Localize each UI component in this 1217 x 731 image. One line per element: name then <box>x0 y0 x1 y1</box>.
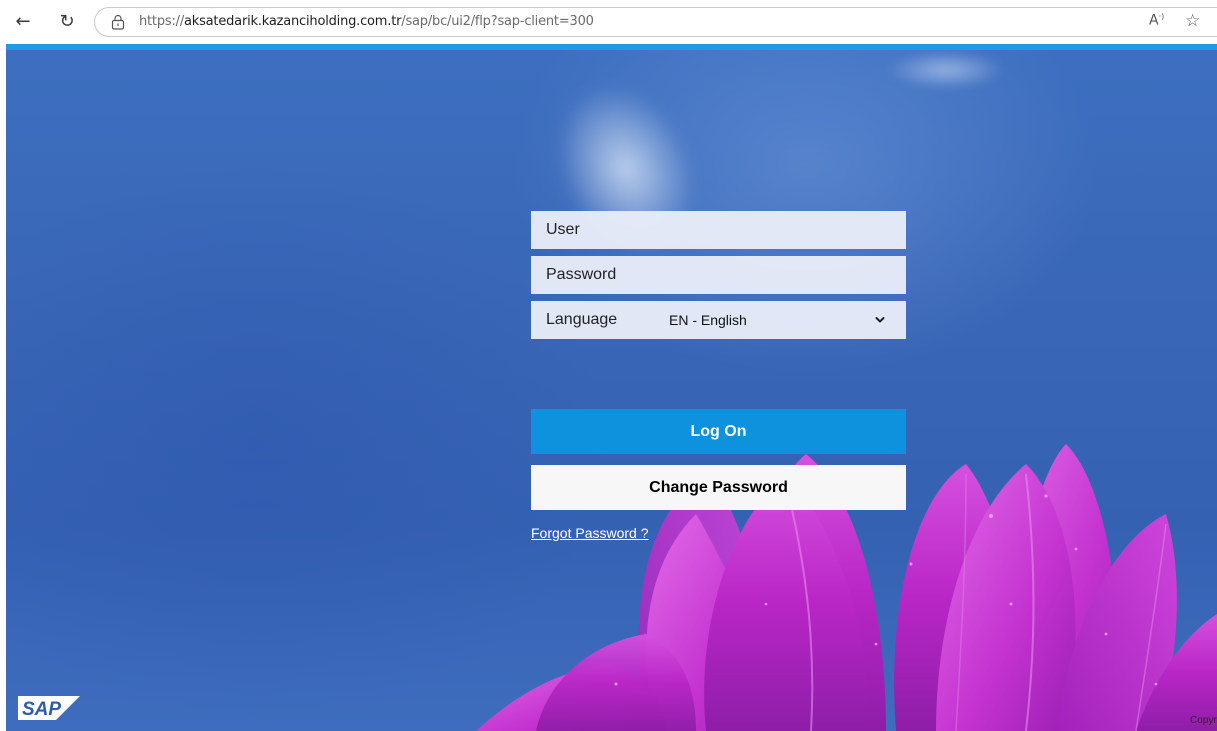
forgot-password-link[interactable]: Forgot Password ? <box>531 525 649 541</box>
log-on-button[interactable]: Log On <box>531 409 906 454</box>
favorite-star-icon[interactable]: ☆ <box>1185 11 1200 31</box>
user-input[interactable] <box>531 211 906 249</box>
browser-toolbar: ← ↻ https://aksatedarik.kazanciholding.c… <box>0 0 1217 44</box>
chevron-down-icon <box>875 317 885 323</box>
back-icon[interactable]: ← <box>10 8 36 34</box>
site-info-icon[interactable] <box>111 14 125 30</box>
page-viewport: Language EN - English Log On Change Pass… <box>6 44 1217 731</box>
sap-logo: SAP <box>18 696 80 720</box>
address-bar[interactable]: https://aksatedarik.kazanciholding.com.t… <box>94 7 1217 37</box>
password-input[interactable] <box>531 256 906 294</box>
read-aloud-icon[interactable]: A·) <box>1149 12 1164 29</box>
reload-icon[interactable]: ↻ <box>54 8 80 34</box>
top-accent-line <box>6 44 1217 50</box>
read-aloud-letter: A <box>1149 12 1159 29</box>
language-value: EN - English <box>669 312 747 328</box>
change-password-button[interactable]: Change Password <box>531 465 906 510</box>
language-label: Language <box>546 311 618 328</box>
url-host: aksatedarik.kazanciholding.com.tr <box>184 14 402 29</box>
url-text[interactable]: https://aksatedarik.kazanciholding.com.t… <box>139 14 594 29</box>
url-path: /sap/bc/ui2/flp?sap-client=300 <box>401 14 594 29</box>
read-aloud-waves: ·) <box>1158 12 1165 21</box>
sap-logo-text: SAP <box>22 699 61 720</box>
copyright-text: Copyright <box>1190 715 1217 726</box>
url-prefix: https:// <box>139 14 184 29</box>
language-select[interactable]: Language EN - English <box>531 301 906 339</box>
flower-background-image <box>476 444 1217 731</box>
